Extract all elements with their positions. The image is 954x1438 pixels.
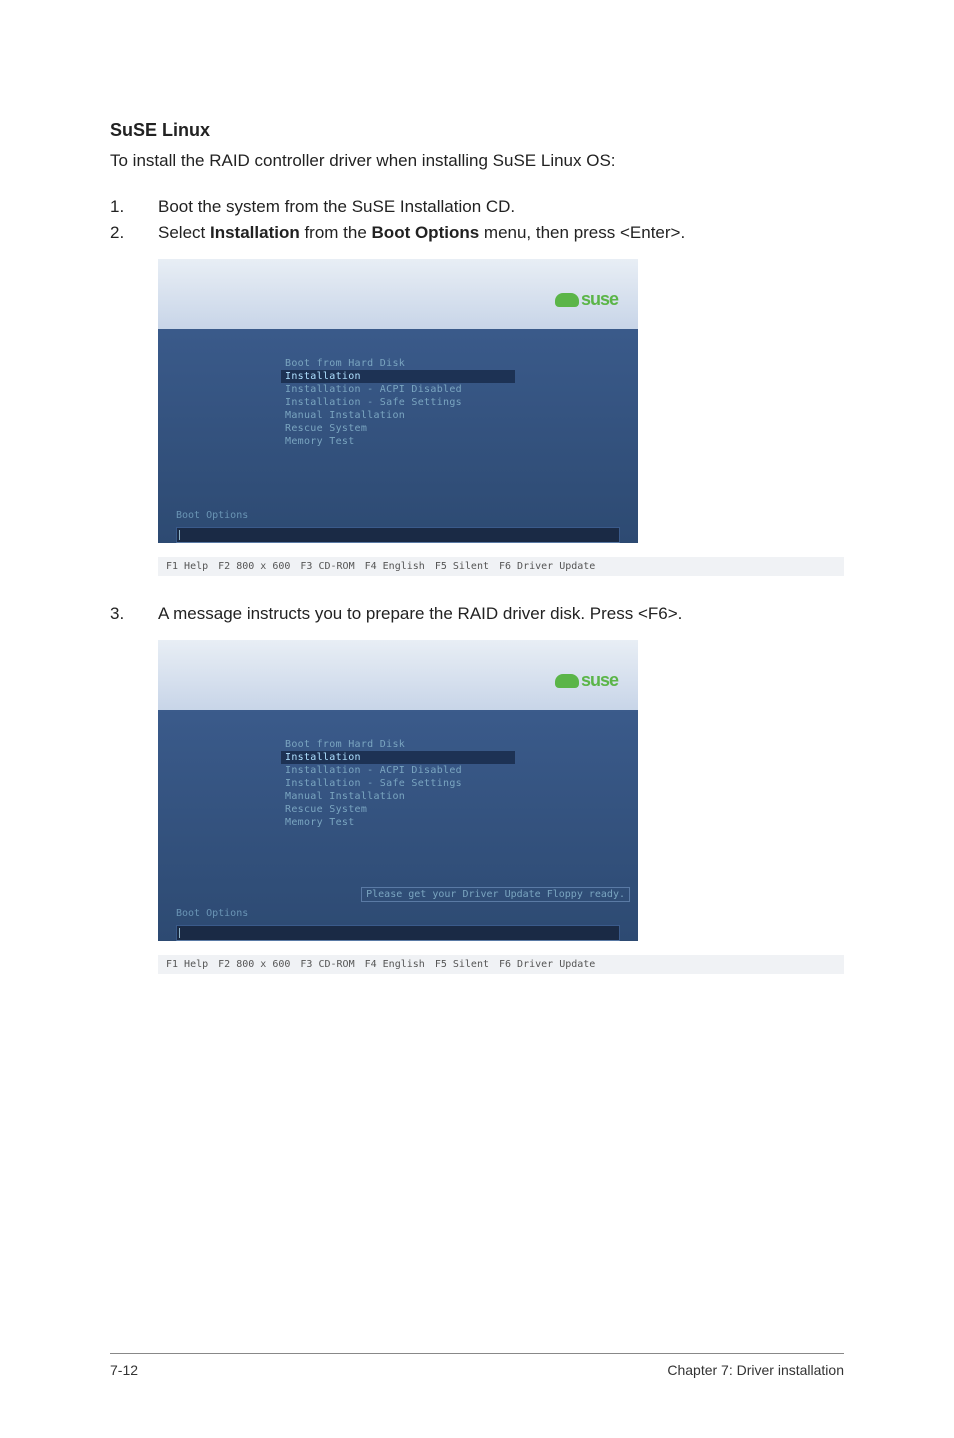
boot-options-input[interactable] (176, 925, 620, 941)
fkey-language[interactable]: F4 English (365, 959, 425, 970)
intro-text: To install the RAID controller driver wh… (110, 151, 844, 171)
fkey-bar: F1 Help F2 800 x 600 F3 CD-ROM F4 Englis… (158, 955, 844, 974)
fkey-cdrom[interactable]: F3 CD-ROM (300, 561, 354, 572)
fkey-cdrom[interactable]: F3 CD-ROM (300, 959, 354, 970)
step-text: Boot the system from the SuSE Installati… (158, 197, 844, 217)
menu-item-memtest[interactable]: Memory Test (281, 816, 515, 829)
boot-menu: Boot from Hard Disk Installation Install… (273, 351, 523, 506)
menu-item-installation[interactable]: Installation (281, 370, 515, 383)
page-number: 7-12 (110, 1362, 138, 1378)
fkey-driver-update[interactable]: F6 Driver Update (499, 561, 595, 572)
step-1: 1. Boot the system from the SuSE Install… (110, 197, 844, 217)
suse-header: suse (158, 640, 638, 710)
fkey-resolution[interactable]: F2 800 x 600 (218, 561, 290, 572)
menu-item-acpi[interactable]: Installation - ACPI Disabled (281, 383, 515, 396)
step-text: A message instructs you to prepare the R… (158, 604, 844, 624)
fkey-silent[interactable]: F5 Silent (435, 561, 489, 572)
step-text-part: from the (300, 223, 372, 242)
boot-menu: Boot from Hard Disk Installation Install… (273, 732, 523, 887)
driver-update-prompt: Please get your Driver Update Floppy rea… (361, 887, 630, 902)
menu-item-manual[interactable]: Manual Installation (281, 409, 515, 422)
menu-item-manual[interactable]: Manual Installation (281, 790, 515, 803)
fkey-help[interactable]: F1 Help (166, 959, 208, 970)
step-2: 2. Select Installation from the Boot Opt… (110, 223, 844, 243)
fkey-bar: F1 Help F2 800 x 600 F3 CD-ROM F4 Englis… (158, 557, 844, 576)
menu-item-rescue[interactable]: Rescue System (281, 422, 515, 435)
suse-header: suse (158, 259, 638, 329)
fkey-driver-update[interactable]: F6 Driver Update (499, 959, 595, 970)
menu-item-installation[interactable]: Installation (281, 751, 515, 764)
fkey-help[interactable]: F1 Help (166, 561, 208, 572)
step-number: 3. (110, 604, 158, 624)
screenshot-1: suse Boot from Hard Disk Installation In… (158, 259, 844, 576)
chapter-title: Chapter 7: Driver installation (667, 1362, 844, 1378)
step-number: 1. (110, 197, 158, 217)
suse-logo: suse (555, 670, 618, 691)
suse-boot-screen: suse Boot from Hard Disk Installation In… (158, 640, 638, 941)
step-text-bold: Installation (210, 223, 300, 242)
menu-item-safe[interactable]: Installation - Safe Settings (281, 777, 515, 790)
suse-boot-screen: suse Boot from Hard Disk Installation In… (158, 259, 638, 543)
fkey-silent[interactable]: F5 Silent (435, 959, 489, 970)
step-text-part: Select (158, 223, 210, 242)
step-text-bold: Boot Options (372, 223, 480, 242)
suse-logo: suse (555, 289, 618, 310)
boot-options-input[interactable] (176, 527, 620, 543)
step-text: Select Installation from the Boot Option… (158, 223, 844, 243)
step-3: 3. A message instructs you to prepare th… (110, 604, 844, 624)
menu-item-boot-hdd[interactable]: Boot from Hard Disk (281, 738, 515, 751)
menu-item-memtest[interactable]: Memory Test (281, 435, 515, 448)
screenshot-2: suse Boot from Hard Disk Installation In… (158, 640, 844, 974)
section-heading: SuSE Linux (110, 120, 844, 141)
fkey-resolution[interactable]: F2 800 x 600 (218, 959, 290, 970)
boot-options-label: Boot Options (158, 904, 638, 925)
page-footer: 7-12 Chapter 7: Driver installation (110, 1353, 844, 1378)
step-number: 2. (110, 223, 158, 243)
menu-item-rescue[interactable]: Rescue System (281, 803, 515, 816)
menu-item-safe[interactable]: Installation - Safe Settings (281, 396, 515, 409)
step-text-part: menu, then press <Enter>. (479, 223, 685, 242)
fkey-language[interactable]: F4 English (365, 561, 425, 572)
menu-item-acpi[interactable]: Installation - ACPI Disabled (281, 764, 515, 777)
boot-options-label: Boot Options (158, 506, 638, 527)
menu-item-boot-hdd[interactable]: Boot from Hard Disk (281, 357, 515, 370)
